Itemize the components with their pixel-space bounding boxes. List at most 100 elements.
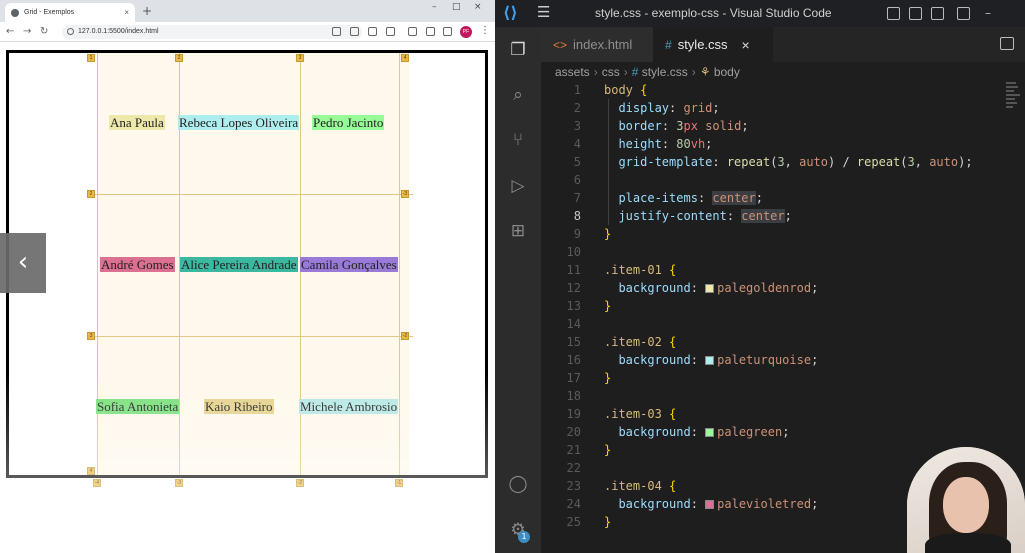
color-swatch[interactable] — [705, 428, 715, 437]
globe-icon — [11, 8, 19, 17]
breadcrumb-item[interactable]: assets — [555, 65, 590, 79]
tab-close-icon[interactable]: × — [124, 8, 129, 17]
code-line: 6 — [573, 173, 581, 187]
search-icon[interactable]: ⌕ — [507, 84, 529, 106]
code-line: 14 — [566, 317, 581, 331]
code-line: 17} — [566, 371, 612, 385]
color-swatch[interactable] — [705, 284, 715, 293]
grid-line-marker: -2 — [296, 479, 304, 487]
explorer-icon[interactable]: ❐ — [507, 39, 529, 61]
code-line: 20 background: palegreen; — [566, 425, 790, 439]
forward-arrow-icon[interactable]: → — [23, 25, 31, 39]
browser-tab[interactable]: Grid - Exemplos × — [5, 3, 135, 22]
code-line: 16 background: paleturquoise; — [566, 353, 819, 367]
breadcrumb-item[interactable]: css — [602, 65, 620, 79]
close-window-button[interactable]: × — [474, 2, 482, 12]
editor-tabs: <> index.html # style.css × — [541, 27, 1025, 62]
code-line: 2 display: grid; — [573, 101, 720, 115]
back-arrow-icon[interactable]: ← — [6, 25, 14, 39]
code-line: 3 border: 3px solid; — [573, 119, 749, 133]
run-debug-icon[interactable]: ▷ — [507, 175, 529, 197]
new-tab-button[interactable]: + — [142, 4, 152, 18]
browser-tab-bar: Grid - Exemplos × + – □ × — [0, 0, 495, 22]
address-bar[interactable]: 127.0.0.1:5500/index.html — [62, 25, 362, 39]
chevron-left-icon[interactable]: ‹ — [0, 233, 46, 293]
browser-menu-icon[interactable]: ⋮ — [480, 25, 490, 36]
grid-item-8: Kaio Ribeiro — [204, 399, 274, 414]
window-title: style.css - exemplo-css - Visual Studio … — [595, 6, 832, 20]
grid-item-3: Pedro Jacinto — [312, 115, 385, 130]
grid-line — [93, 194, 413, 195]
grid-line-marker: 3 — [87, 332, 95, 340]
grid-item-7: Sofia Antonieta — [96, 399, 180, 414]
customize-layout-icon[interactable] — [957, 7, 970, 20]
code-line: 13} — [566, 299, 612, 313]
extensions-icon[interactable] — [408, 27, 417, 36]
profile-avatar[interactable]: PF — [460, 26, 472, 38]
page-viewport: 1 2 3 4 2 -3 3 -2 4 -4 -3 -2 -1 Ana Paul… — [0, 43, 495, 553]
grid-line-marker: 2 — [87, 190, 95, 198]
color-swatch[interactable] — [705, 500, 715, 509]
grid-item-1: Ana Paula — [109, 115, 165, 130]
maximize-button[interactable]: □ — [452, 2, 461, 12]
extensions-icon[interactable]: ⊞ — [507, 220, 529, 242]
tab-style-css[interactable]: # style.css × — [653, 27, 773, 62]
minimize-button[interactable]: – — [432, 2, 437, 12]
grid-line-marker: -4 — [93, 479, 101, 487]
grid-item-9: Michele Ambrosio — [299, 399, 399, 414]
share-icon[interactable] — [368, 27, 377, 36]
browser-toolbar: ← → ↻ 127.0.0.1:5500/index.html PF ⋮ — [0, 22, 495, 42]
code-line: 1 body { — [573, 83, 648, 97]
grid-line-marker: 2 — [175, 54, 183, 62]
browser-tab-title: Grid - Exemplos — [24, 9, 75, 16]
code-line: 5 grid-template: repeat(3, auto) / repea… — [573, 155, 973, 169]
grid-line-marker: -2 — [401, 332, 409, 340]
color-swatch[interactable] — [705, 356, 715, 365]
sidebar-icon[interactable] — [443, 27, 452, 36]
grid-line-marker: -3 — [401, 190, 409, 198]
url-text: 127.0.0.1:5500/index.html — [78, 28, 159, 35]
grid-line-marker: -3 — [175, 479, 183, 487]
activity-bar: ❐ ⌕ ⑂ ▷ ⊞ ◯ ⚙ — [495, 27, 541, 553]
grid-line-marker: -1 — [395, 479, 403, 487]
grid-line-marker: 4 — [401, 54, 409, 62]
settings-badge: 1 — [518, 531, 530, 543]
menu-icon[interactable]: ☰ — [537, 3, 550, 21]
grid-container: 1 2 3 4 2 -3 3 -2 4 -4 -3 -2 -1 Ana Paul… — [6, 50, 488, 487]
close-tab-icon[interactable]: × — [742, 37, 750, 53]
grid-line — [93, 336, 413, 337]
selector-icon: ⚘ — [699, 65, 714, 79]
grid-item-2: Rebeca Lopes Oliveira — [178, 115, 300, 130]
reload-icon[interactable]: ↻ — [40, 25, 48, 39]
toggle-panel-icon[interactable] — [909, 7, 922, 20]
breadcrumb-item[interactable]: body — [714, 65, 740, 79]
grid-line-marker: 1 — [87, 54, 95, 62]
site-info-icon[interactable] — [67, 28, 74, 35]
tab-index-html[interactable]: <> index.html — [541, 27, 653, 62]
breadcrumb: assets › css › # style.css › ⚘ body — [555, 65, 740, 79]
vscode-logo-icon: ⟨⟩ — [503, 3, 518, 22]
zoom-icon[interactable] — [350, 27, 359, 36]
code-line: 18 — [566, 389, 581, 403]
code-line: 12 background: palegoldenrod; — [566, 281, 819, 295]
grid-line-marker: 4 — [87, 467, 95, 475]
code-line-current: 8 justify-content: center; — [573, 209, 792, 223]
toggle-sidebar-icon[interactable] — [887, 7, 900, 20]
breadcrumb-item[interactable]: style.css — [642, 65, 688, 79]
split-editor-icon[interactable] — [1000, 37, 1014, 50]
code-line: 15 .item-02 { — [566, 335, 677, 349]
extension-icon[interactable] — [426, 27, 435, 36]
minimize-icon[interactable]: – — [985, 7, 998, 20]
minimap[interactable] — [1006, 82, 1020, 122]
translate-icon[interactable] — [332, 27, 341, 36]
tab-label: style.css — [677, 37, 728, 52]
source-control-icon[interactable]: ⑂ — [507, 129, 529, 151]
vscode-title-bar: ⟨⟩ ☰ style.css - exemplo-css - Visual St… — [495, 0, 1025, 27]
code-line: 9} — [573, 227, 612, 241]
account-icon[interactable]: ◯ — [507, 473, 529, 495]
webcam-overlay — [907, 447, 1025, 553]
toggle-secondary-sidebar-icon[interactable] — [931, 7, 944, 20]
code-line: 10 — [566, 245, 581, 259]
bookmark-star-icon[interactable] — [386, 27, 395, 36]
code-line: 7 place-items: center; — [573, 191, 763, 205]
